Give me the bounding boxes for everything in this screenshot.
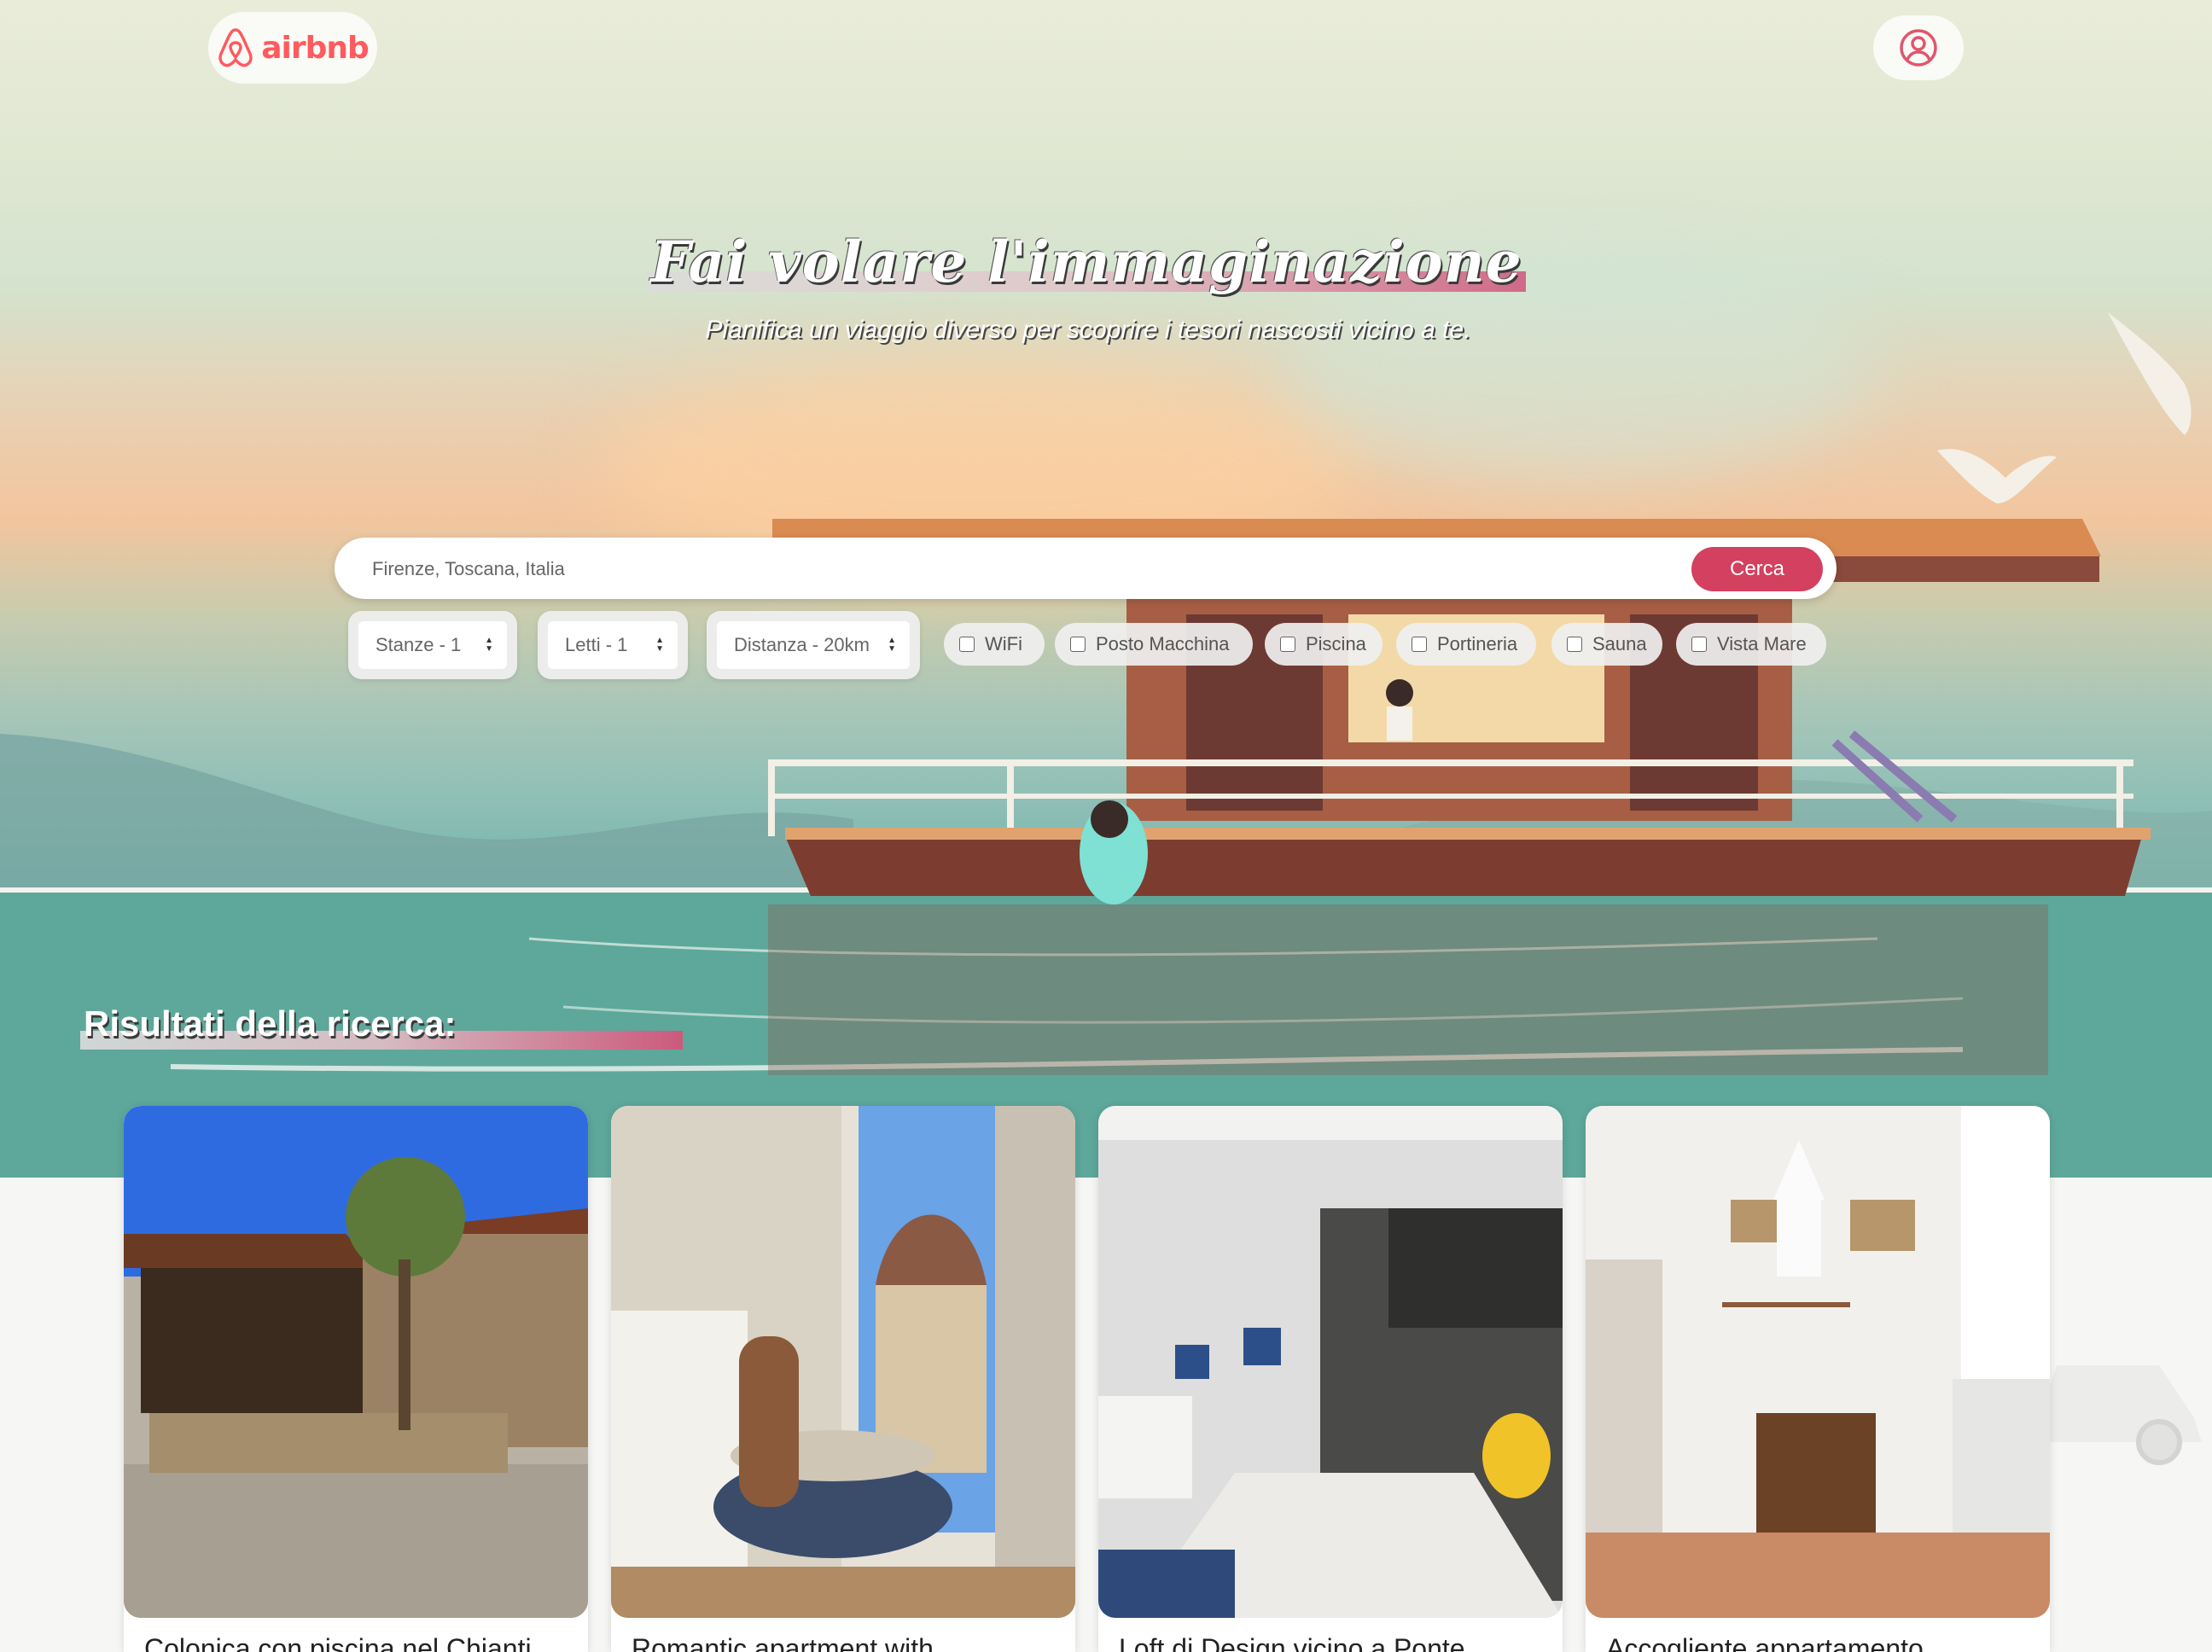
vista-mare-checkbox[interactable] bbox=[1691, 637, 1707, 652]
results-heading: Risultati della ricerca: bbox=[84, 1003, 457, 1044]
listing-title[interactable]: Colonica con piscina nel Chianti bbox=[144, 1633, 571, 1652]
sauna-label: Sauna bbox=[1592, 633, 1647, 654]
filter-vista-mare[interactable]: Vista Mare bbox=[1676, 623, 1826, 666]
sauna-checkbox[interactable] bbox=[1567, 637, 1582, 652]
rooms-select-value: Stanze - 1 bbox=[375, 634, 462, 655]
logo-text: airbnb bbox=[261, 30, 370, 66]
filter-wifi[interactable]: WiFi bbox=[944, 623, 1045, 666]
posto-macchina-checkbox[interactable] bbox=[1070, 637, 1086, 652]
filter-portineria[interactable]: Portineria bbox=[1396, 623, 1536, 666]
profile-button[interactable] bbox=[1873, 15, 1964, 80]
search-input[interactable] bbox=[370, 538, 1654, 601]
rooms-select[interactable]: Stanze - 1 ▲ ▼ bbox=[348, 611, 517, 679]
filter-sauna[interactable]: Sauna bbox=[1551, 623, 1662, 666]
vista-mare-label: Vista Mare bbox=[1717, 633, 1807, 654]
listing-photo[interactable] bbox=[124, 1106, 588, 1618]
wifi-label: WiFi bbox=[985, 633, 1022, 654]
search-bar: Cerca bbox=[335, 538, 1837, 601]
hero-title-block: Fai volare l'immaginazione bbox=[647, 229, 1526, 297]
piscina-label: Piscina bbox=[1306, 633, 1366, 654]
portineria-label: Portineria bbox=[1437, 633, 1518, 654]
listing-photo[interactable] bbox=[1098, 1106, 1563, 1618]
distance-select-value: Distanza - 20km bbox=[734, 634, 870, 655]
beds-select-value: Letti - 1 bbox=[565, 634, 628, 655]
posto-macchina-label: Posto Macchina bbox=[1096, 633, 1230, 654]
listing-title[interactable]: Accogliente appartamento bbox=[1606, 1633, 2033, 1652]
filter-piscina[interactable]: Piscina bbox=[1265, 623, 1382, 666]
distance-select[interactable]: Distanza - 20km ▲ ▼ bbox=[707, 611, 920, 679]
user-circle-icon bbox=[1900, 29, 1937, 67]
hero-title: Fai volare l'immaginazione bbox=[650, 229, 1522, 295]
filter-posto-macchina[interactable]: Posto Macchina bbox=[1055, 623, 1253, 666]
listing-title[interactable]: Romantic apartment with bbox=[632, 1633, 1058, 1652]
listing-card[interactable]: Colonica con piscina nel Chianti bbox=[124, 1106, 588, 1652]
results-heading-block: Risultati della ricerca: bbox=[80, 1003, 683, 1055]
listing-photo[interactable] bbox=[611, 1106, 1075, 1618]
select-arrows-icon: ▲ ▼ bbox=[485, 636, 493, 654]
airbnb-logo-link[interactable]: airbnb bbox=[208, 12, 377, 84]
portineria-checkbox[interactable] bbox=[1412, 637, 1427, 652]
select-arrows-icon: ▲ ▼ bbox=[888, 636, 896, 654]
listing-photo[interactable] bbox=[1586, 1106, 2050, 1618]
listing-title[interactable]: Loft di Design vicino a Ponte bbox=[1119, 1633, 1545, 1652]
hero-subtitle: Pianifica un viaggio diverso per scoprir… bbox=[705, 316, 1471, 344]
listing-card[interactable]: Romantic apartment with bbox=[611, 1106, 1075, 1652]
listing-card[interactable]: Accogliente appartamento bbox=[1586, 1106, 2050, 1652]
car-decoration-icon bbox=[2040, 1365, 2202, 1465]
select-arrows-icon: ▲ ▼ bbox=[655, 636, 664, 654]
beds-select[interactable]: Letti - 1 ▲ ▼ bbox=[538, 611, 688, 679]
wifi-checkbox[interactable] bbox=[959, 637, 975, 652]
piscina-checkbox[interactable] bbox=[1280, 637, 1295, 652]
airbnb-logo-icon bbox=[218, 28, 253, 67]
listing-card[interactable]: Loft di Design vicino a Ponte bbox=[1098, 1106, 1563, 1652]
search-button[interactable]: Cerca bbox=[1691, 547, 1823, 591]
